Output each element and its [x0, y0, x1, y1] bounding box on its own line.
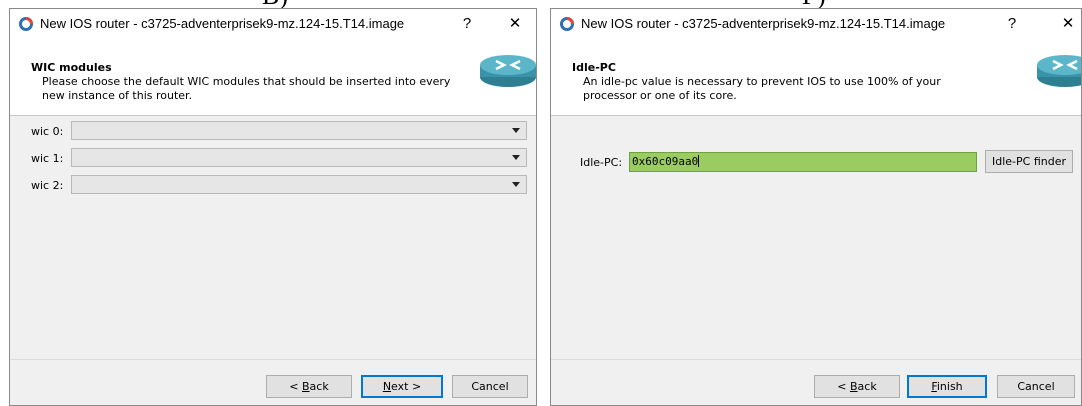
wizard-header: WIC modules Please choose the default WI… [10, 39, 536, 116]
router-icon [1037, 55, 1081, 87]
back-button[interactable]: < Back [814, 375, 900, 398]
page-subtitle: An idle-pc value is necessary to prevent… [583, 75, 941, 102]
footer-divider [10, 359, 536, 360]
page-title: WIC modules [31, 61, 112, 74]
chevron-down-icon [512, 155, 520, 160]
gns3-icon [19, 17, 33, 31]
caption-right: Г) [802, 0, 826, 9]
text-caret [698, 155, 700, 167]
wic-0-label: wic 0: [31, 125, 64, 138]
next-button[interactable]: Next > [361, 375, 443, 398]
cancel-label: Cancel [471, 380, 509, 393]
help-button[interactable]: ? [454, 11, 480, 37]
caption-left: B) [262, 0, 288, 9]
chevron-down-icon [512, 182, 520, 187]
finish-label: Finish [931, 380, 963, 393]
footer-divider [551, 359, 1081, 360]
window-title: New IOS router - c3725-adventerprisek9-m… [581, 16, 946, 31]
chevron-down-icon [512, 128, 520, 133]
close-button[interactable]: ✕ [1055, 11, 1081, 37]
next-label: Next > [382, 380, 422, 393]
idle-pc-value: 0x60c09aa0 [632, 155, 699, 168]
router-icon [480, 55, 536, 87]
wic-dialog: New IOS router - c3725-adventerprisek9-m… [9, 8, 537, 406]
back-label: < Back [837, 380, 877, 393]
window-title: New IOS router - c3725-adventerprisek9-m… [40, 16, 405, 31]
idle-pc-input[interactable]: 0x60c09aa0 [629, 152, 977, 172]
help-button[interactable]: ? [999, 11, 1025, 37]
back-label: < Back [289, 380, 329, 393]
idle-pc-label: Idle-PC: [580, 156, 623, 169]
idle-pc-finder-label: Idle-PC finder [991, 155, 1066, 168]
finish-button[interactable]: Finish [907, 375, 987, 398]
wic-2-label: wic 2: [31, 179, 64, 192]
wic-2-combo[interactable] [71, 175, 527, 194]
cancel-button[interactable]: Cancel [997, 375, 1075, 398]
wic-1-label: wic 1: [31, 152, 64, 165]
close-button[interactable]: ✕ [502, 11, 528, 37]
page-subtitle: Please choose the default WIC modules th… [42, 75, 451, 102]
back-button[interactable]: < Back [266, 375, 352, 398]
gns3-icon [560, 17, 574, 31]
idle-pc-dialog: New IOS router - c3725-adventerprisek9-m… [550, 8, 1082, 406]
title-bar: New IOS router - c3725-adventerprisek9-m… [551, 9, 1081, 40]
wic-0-combo[interactable] [71, 121, 527, 140]
cancel-label: Cancel [1017, 380, 1055, 393]
wic-1-combo[interactable] [71, 148, 527, 167]
idle-pc-finder-button[interactable]: Idle-PC finder [985, 150, 1073, 173]
title-bar: New IOS router - c3725-adventerprisek9-m… [10, 9, 536, 40]
wizard-header: Idle-PC An idle-pc value is necessary to… [551, 39, 1081, 116]
page-title: Idle-PC [572, 61, 616, 74]
cancel-button[interactable]: Cancel [452, 375, 528, 398]
